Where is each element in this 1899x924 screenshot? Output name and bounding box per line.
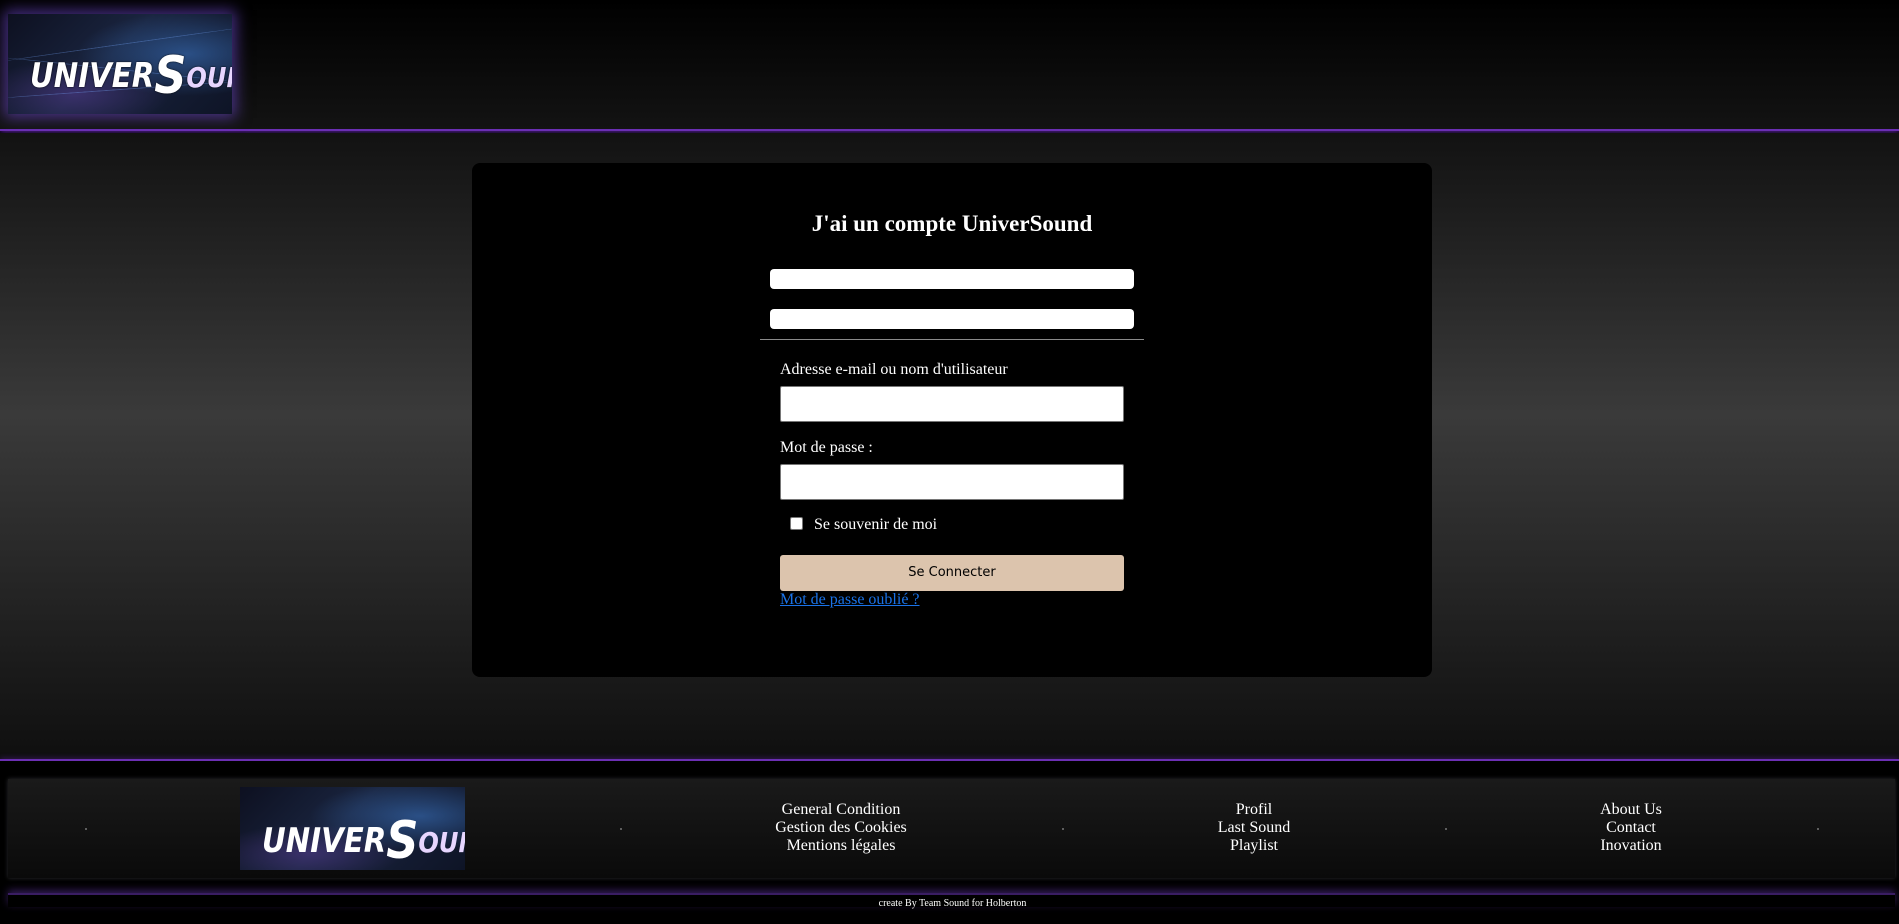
footer-logo-wordmark: UNIVERSOUND: [262, 805, 465, 870]
footer-link-cookies[interactable]: Gestion des Cookies: [741, 819, 941, 837]
forgot-password-link[interactable]: Mot de passe oublié ?: [780, 591, 920, 609]
site-header: UNIVERSOUND: [0, 0, 1899, 131]
logo-big-s: S: [154, 46, 187, 106]
login-card: J'ai un compte UniverSound Adresse e-mai…: [472, 163, 1432, 677]
footer-link-last-sound[interactable]: Last Sound: [1154, 819, 1354, 837]
top-input-2[interactable]: [770, 309, 1134, 329]
password-field[interactable]: [780, 464, 1124, 500]
remember-me-checkbox[interactable]: [790, 517, 803, 530]
footer-link-about-us[interactable]: About Us: [1531, 801, 1731, 819]
footer-logo-big-s: S: [386, 811, 419, 870]
footer-column-account: Profil Last Sound Playlist: [1154, 801, 1354, 855]
footer-link-inovation[interactable]: Inovation: [1531, 837, 1731, 855]
logo-prefix: UNIVER: [30, 56, 155, 96]
email-field[interactable]: [780, 386, 1124, 422]
footer-link-contact[interactable]: Contact: [1531, 819, 1731, 837]
footer-column-about: About Us Contact Inovation: [1531, 801, 1731, 855]
footer-separator-dot: [1062, 828, 1064, 830]
email-label: Adresse e-mail ou nom d'utilisateur: [780, 361, 1008, 378]
footer-column-legal: General Condition Gestion des Cookies Me…: [741, 801, 941, 855]
footer-link-legal-mentions[interactable]: Mentions légales: [741, 837, 941, 855]
footer-link-general-condition[interactable]: General Condition: [741, 801, 941, 819]
footer-separator-dot: [620, 828, 622, 830]
form-divider: [760, 339, 1144, 340]
footer-link-profil[interactable]: Profil: [1154, 801, 1354, 819]
login-button[interactable]: Se Connecter: [780, 555, 1124, 591]
footer-logo-suffix: OUND: [418, 826, 465, 859]
credit-text: create By Team Sound for Holberton: [878, 898, 1027, 909]
logo-suffix: OUND: [186, 61, 232, 94]
password-label: Mot de passe :: [780, 439, 873, 456]
footer-link-playlist[interactable]: Playlist: [1154, 837, 1354, 855]
footer-separator-dot: [1817, 828, 1819, 830]
header-logo[interactable]: UNIVERSOUND: [8, 14, 232, 114]
footer-separator-dot: [85, 828, 87, 830]
footer-logo-prefix: UNIVER: [262, 821, 387, 861]
remember-me-label[interactable]: Se souvenir de moi: [814, 516, 937, 534]
login-title: J'ai un compte UniverSound: [811, 211, 1093, 236]
footer-logo[interactable]: UNIVERSOUND: [240, 787, 465, 870]
top-input-1[interactable]: [770, 269, 1134, 289]
footer-separator-dot: [1445, 828, 1447, 830]
logo-wordmark: UNIVERSOUND: [30, 40, 232, 106]
